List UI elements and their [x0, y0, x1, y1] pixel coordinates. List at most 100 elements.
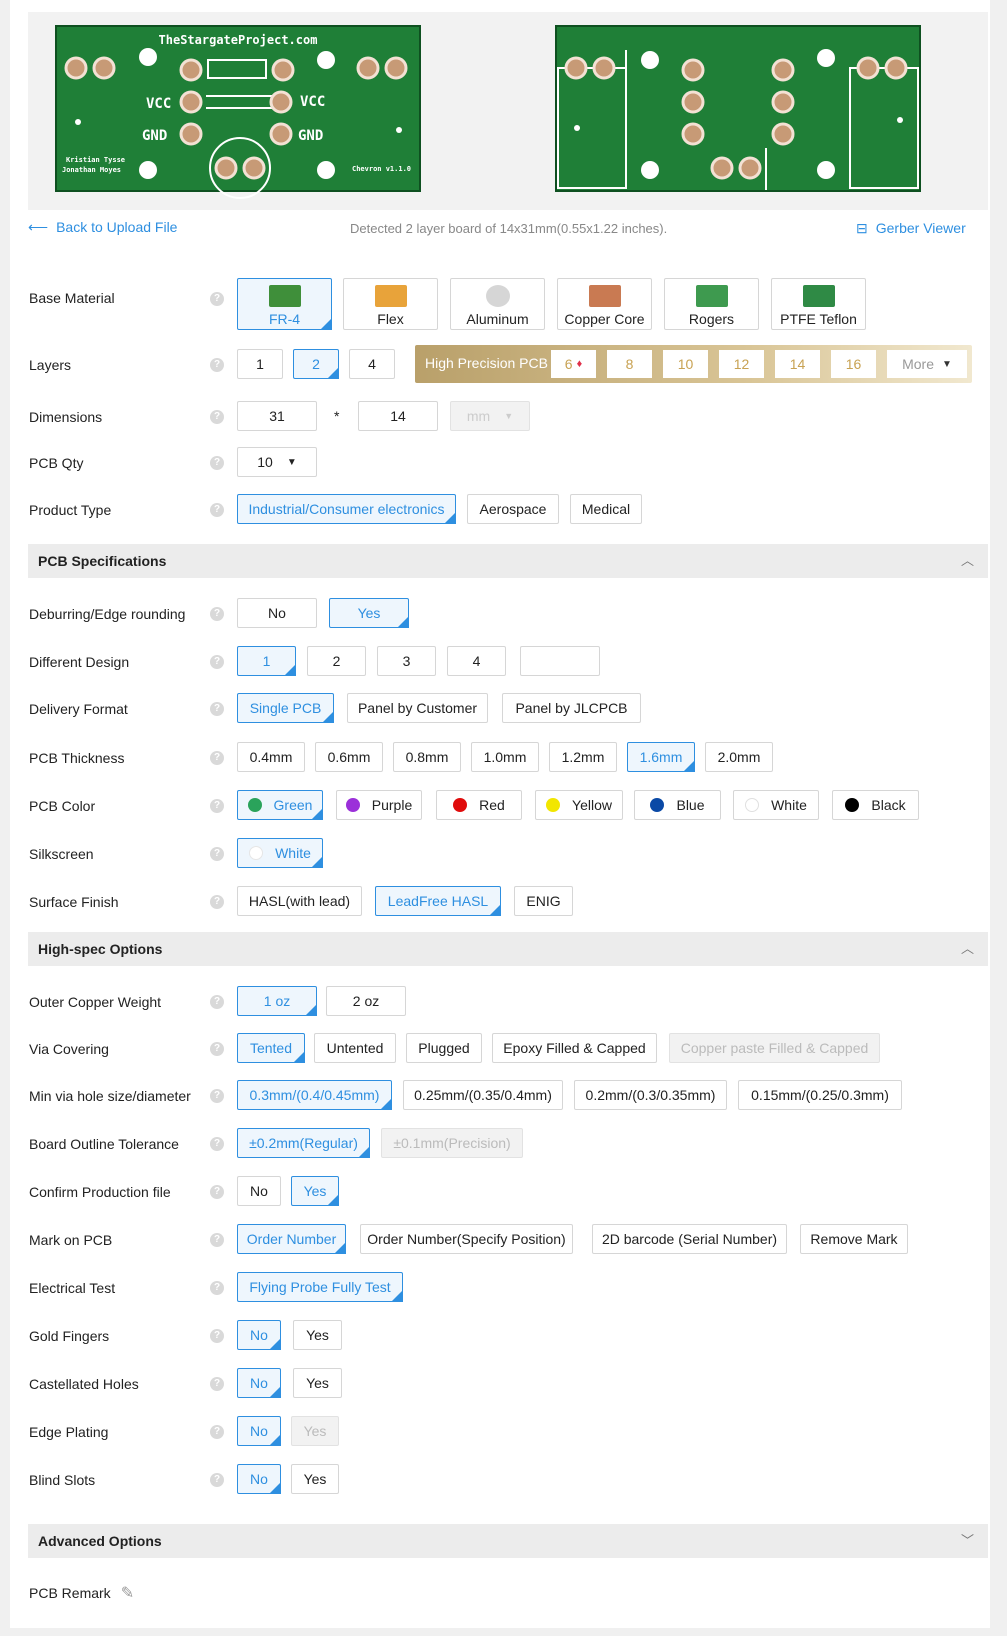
mark-remove[interactable]: Remove Mark — [800, 1224, 908, 1254]
minvia-0-2[interactable]: 0.2mm/(0.3/0.35mm) — [574, 1080, 727, 1110]
via-plugged[interactable]: Plugged — [406, 1033, 482, 1063]
back-link[interactable]: ⟵ Back to Upload File — [28, 219, 177, 236]
unit-select[interactable]: mm ▼ — [450, 401, 530, 431]
help-icon[interactable]: ? — [210, 358, 224, 372]
castellated-yes[interactable]: Yes — [293, 1368, 342, 1398]
castellated-no[interactable]: No — [237, 1368, 281, 1398]
help-icon[interactable]: ? — [210, 995, 224, 1009]
help-icon[interactable]: ? — [210, 1137, 224, 1151]
layers-10[interactable]: 10 — [663, 350, 708, 378]
help-icon[interactable]: ? — [210, 1377, 224, 1391]
help-icon[interactable]: ? — [210, 702, 224, 716]
gold-no[interactable]: No — [237, 1320, 281, 1350]
material-aluminum[interactable]: Aluminum — [450, 278, 545, 330]
help-icon[interactable]: ? — [210, 1425, 224, 1439]
thickness-0-4[interactable]: 0.4mm — [237, 742, 305, 772]
product-type-medical[interactable]: Medical — [570, 494, 642, 524]
blind-yes[interactable]: Yes — [291, 1464, 339, 1494]
material-flex[interactable]: Flex — [343, 278, 438, 330]
thickness-0-6[interactable]: 0.6mm — [315, 742, 383, 772]
help-icon[interactable]: ? — [210, 410, 224, 424]
delivery-single[interactable]: Single PCB — [237, 693, 334, 723]
material-rogers[interactable]: Rogers — [664, 278, 759, 330]
help-icon[interactable]: ? — [210, 655, 224, 669]
minvia-0-15[interactable]: 0.15mm/(0.25/0.3mm) — [738, 1080, 902, 1110]
delivery-panel-jlcpcb[interactable]: Panel by JLCPCB — [502, 693, 641, 723]
advanced-header[interactable]: Advanced Options ﹀ — [28, 1524, 988, 1558]
layers-1[interactable]: 1 — [237, 349, 283, 379]
surface-hasl[interactable]: HASL(with lead) — [237, 886, 362, 916]
pencil-icon[interactable]: ✎ — [121, 1585, 134, 1602]
layers-8[interactable]: 8 — [607, 350, 652, 378]
thickness-1-2[interactable]: 1.2mm — [549, 742, 617, 772]
layers-6[interactable]: 6 ♦ — [551, 350, 596, 378]
color-red[interactable]: Red — [436, 790, 522, 820]
layers-more-dropdown[interactable]: More ▼ — [887, 350, 967, 378]
help-icon[interactable]: ? — [210, 292, 224, 306]
product-type-industrial[interactable]: Industrial/Consumer electronics — [237, 494, 456, 524]
via-untented[interactable]: Untented — [314, 1033, 396, 1063]
dimension-x-input[interactable]: 31 — [237, 401, 317, 431]
layers-2[interactable]: 2 — [293, 349, 339, 379]
help-icon[interactable]: ? — [210, 456, 224, 470]
high-spec-header[interactable]: High-spec Options ︿ — [28, 932, 988, 966]
via-tented[interactable]: Tented — [237, 1033, 305, 1063]
surface-leadfree-hasl[interactable]: LeadFree HASL — [375, 886, 501, 916]
via-copper-paste[interactable]: Copper paste Filled & Capped — [669, 1033, 880, 1063]
product-type-aerospace[interactable]: Aerospace — [467, 494, 559, 524]
outline-regular[interactable]: ±0.2mm(Regular) — [237, 1128, 370, 1158]
layers-16[interactable]: 16 — [831, 350, 876, 378]
design-custom-input[interactable] — [520, 646, 600, 676]
qty-select[interactable]: 10 ▼ — [237, 447, 317, 477]
confirm-no[interactable]: No — [237, 1176, 281, 1206]
help-icon[interactable]: ? — [210, 1233, 224, 1247]
help-icon[interactable]: ? — [210, 1281, 224, 1295]
layers-14[interactable]: 14 — [775, 350, 820, 378]
edge-yes[interactable]: Yes — [291, 1416, 339, 1446]
layers-12[interactable]: 12 — [719, 350, 764, 378]
pcb-spec-header[interactable]: PCB Specifications ︿ — [28, 544, 988, 578]
color-white[interactable]: White — [733, 790, 819, 820]
deburring-yes[interactable]: Yes — [329, 598, 409, 628]
thickness-0-8[interactable]: 0.8mm — [393, 742, 461, 772]
help-icon[interactable]: ? — [210, 895, 224, 909]
minvia-0-3[interactable]: 0.3mm/(0.4/0.45mm) — [237, 1080, 392, 1110]
silkscreen-white[interactable]: White — [237, 838, 323, 868]
color-green[interactable]: Green — [237, 790, 323, 820]
help-icon[interactable]: ? — [210, 847, 224, 861]
dimension-y-input[interactable]: 14 — [358, 401, 438, 431]
help-icon[interactable]: ? — [210, 1042, 224, 1056]
etest-flying-probe[interactable]: Flying Probe Fully Test — [237, 1272, 403, 1302]
copper-2oz[interactable]: 2 oz — [326, 986, 406, 1016]
minvia-0-25[interactable]: 0.25mm/(0.35/0.4mm) — [403, 1080, 563, 1110]
color-purple[interactable]: Purple — [336, 790, 422, 820]
help-icon[interactable]: ? — [210, 1089, 224, 1103]
mark-2d-barcode[interactable]: 2D barcode (Serial Number) — [592, 1224, 787, 1254]
help-icon[interactable]: ? — [210, 503, 224, 517]
thickness-2-0[interactable]: 2.0mm — [705, 742, 773, 772]
help-icon[interactable]: ? — [210, 751, 224, 765]
copper-1oz[interactable]: 1 oz — [237, 986, 317, 1016]
design-2[interactable]: 2 — [307, 646, 366, 676]
gold-yes[interactable]: Yes — [293, 1320, 342, 1350]
blind-no[interactable]: No — [237, 1464, 281, 1494]
surface-enig[interactable]: ENIG — [514, 886, 573, 916]
design-3[interactable]: 3 — [377, 646, 436, 676]
design-4[interactable]: 4 — [447, 646, 506, 676]
color-black[interactable]: Black — [832, 790, 919, 820]
gerber-viewer-link[interactable]: ⊟ Gerber Viewer — [856, 220, 966, 237]
help-icon[interactable]: ? — [210, 1329, 224, 1343]
help-icon[interactable]: ? — [210, 1185, 224, 1199]
design-1[interactable]: 1 — [237, 646, 296, 676]
outline-precision[interactable]: ±0.1mm(Precision) — [381, 1128, 523, 1158]
help-icon[interactable]: ? — [210, 607, 224, 621]
material-fr4[interactable]: FR-4 — [237, 278, 332, 330]
deburring-no[interactable]: No — [237, 598, 317, 628]
color-yellow[interactable]: Yellow — [535, 790, 623, 820]
material-ptfe[interactable]: PTFE Teflon — [771, 278, 866, 330]
help-icon[interactable]: ? — [210, 1473, 224, 1487]
thickness-1-0[interactable]: 1.0mm — [471, 742, 539, 772]
color-blue[interactable]: Blue — [634, 790, 721, 820]
delivery-panel-customer[interactable]: Panel by Customer — [347, 693, 488, 723]
help-icon[interactable]: ? — [210, 799, 224, 813]
